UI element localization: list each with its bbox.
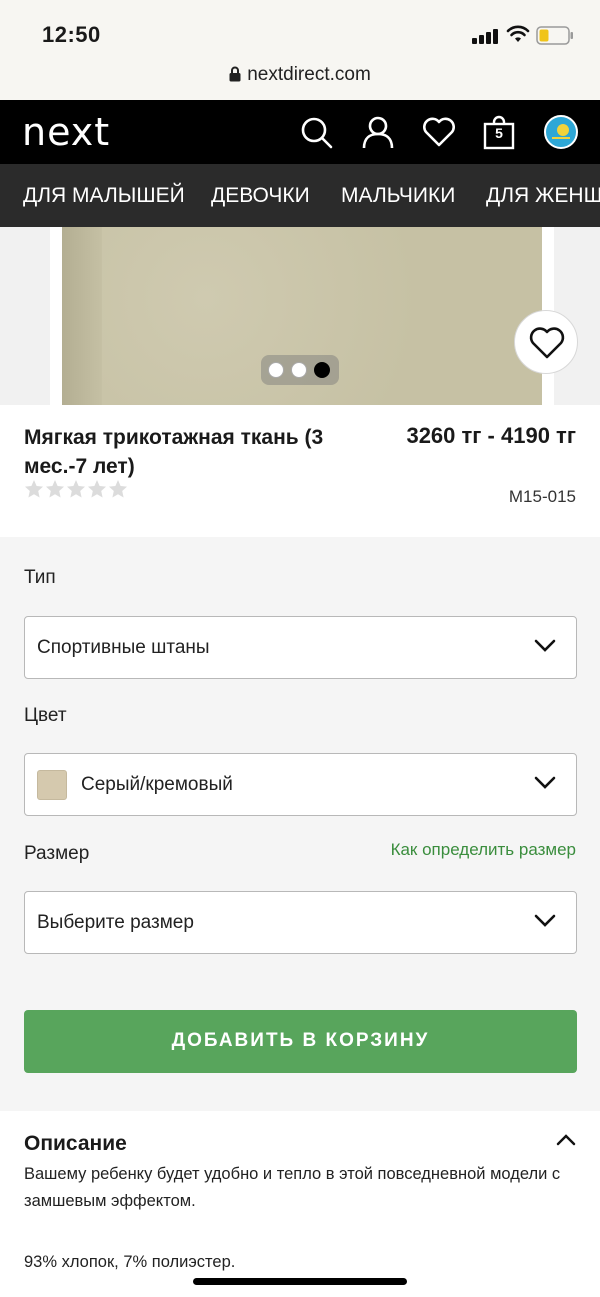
add-to-bag-label: ДОБАВИТЬ В КОРЗИНУ (171, 1030, 430, 1051)
star-icon (67, 480, 85, 498)
chevron-down-icon (534, 776, 556, 789)
star-icon (46, 480, 64, 498)
type-select-value: Спортивные штаны (37, 637, 210, 658)
description-text: Вашему ребенку будет удобно и тепло в эт… (24, 1165, 561, 1210)
url-text: nextdirect.com (247, 64, 371, 85)
star-icon (88, 480, 106, 498)
product-options: Тип Спортивные штаны Цвет Серый/кремовый… (0, 537, 600, 1111)
product-code: M15-015 (508, 487, 576, 506)
status-bar: 12:50 (0, 0, 600, 58)
product-gallery[interactable] (0, 227, 600, 405)
favourites-icon[interactable] (421, 114, 457, 150)
composition-text: 93% хлопок, 7% полиэстер. (24, 1253, 236, 1271)
account-icon[interactable] (360, 114, 396, 150)
gallery-dot-2[interactable] (291, 362, 307, 378)
signal-icon (472, 28, 500, 44)
gallery-dot-1[interactable] (268, 362, 284, 378)
site-header: next 5 (0, 100, 600, 164)
bag-count: 5 (495, 125, 503, 141)
add-to-favourites-button[interactable] (514, 310, 578, 374)
product-price: 3260 тг - 4190 тг (406, 423, 576, 448)
wifi-icon (506, 25, 530, 42)
add-to-bag-button[interactable]: ДОБАВИТЬ В КОРЗИНУ (24, 1010, 577, 1073)
url-bar[interactable]: nextdirect.com (0, 58, 600, 100)
heart-icon (529, 327, 565, 359)
category-nav: ДЛЯ МАЛЫШЕЙ ДЕВОЧКИ МАЛЬЧИКИ ДЛЯ ЖЕНЩ (0, 164, 600, 227)
home-indicator[interactable] (193, 1278, 407, 1285)
bag-icon[interactable]: 5 (481, 114, 517, 150)
brand-logo[interactable]: next (22, 110, 110, 154)
size-guide-link[interactable]: Как определить размер (391, 840, 576, 860)
description-section: Описание Вашему ребенку будет удобно и т… (0, 1111, 600, 1297)
status-time: 12:50 (42, 22, 101, 47)
size-label: Размер (24, 843, 90, 864)
size-select[interactable]: Выберите размер (24, 891, 577, 954)
lock-icon (229, 66, 241, 82)
size-select-placeholder: Выберите размер (37, 912, 194, 933)
color-swatch (37, 770, 67, 800)
star-icon (109, 480, 127, 498)
type-label: Тип (24, 567, 56, 588)
gallery-dot-3[interactable] (314, 362, 330, 378)
star-icon (25, 480, 43, 498)
search-icon[interactable] (298, 114, 334, 150)
rating-stars[interactable] (24, 479, 129, 501)
battery-icon (536, 26, 573, 45)
product-info: Мягкая трикотажная ткань (3 мес.-7 лет) … (0, 405, 600, 537)
chevron-down-icon (534, 914, 556, 927)
nav-item-girls[interactable]: ДЕВОЧКИ (211, 184, 310, 208)
chevron-up-icon[interactable] (556, 1133, 576, 1147)
gallery-pagination (261, 355, 339, 385)
color-select[interactable]: Серый/кремовый (24, 753, 577, 816)
product-title: Мягкая трикотажная ткань (3 мес.-7 лет) (24, 426, 324, 478)
color-select-value: Серый/кремовый (81, 774, 233, 795)
type-select[interactable]: Спортивные штаны (24, 616, 577, 679)
nav-item-women[interactable]: ДЛЯ ЖЕНЩ (486, 184, 600, 208)
nav-item-baby[interactable]: ДЛЯ МАЛЫШЕЙ (23, 184, 185, 208)
color-label: Цвет (24, 705, 67, 726)
country-flag-icon[interactable] (543, 114, 579, 150)
chevron-down-icon (534, 639, 556, 652)
description-title[interactable]: Описание (24, 1132, 127, 1156)
nav-item-boys[interactable]: МАЛЬЧИКИ (341, 184, 455, 208)
